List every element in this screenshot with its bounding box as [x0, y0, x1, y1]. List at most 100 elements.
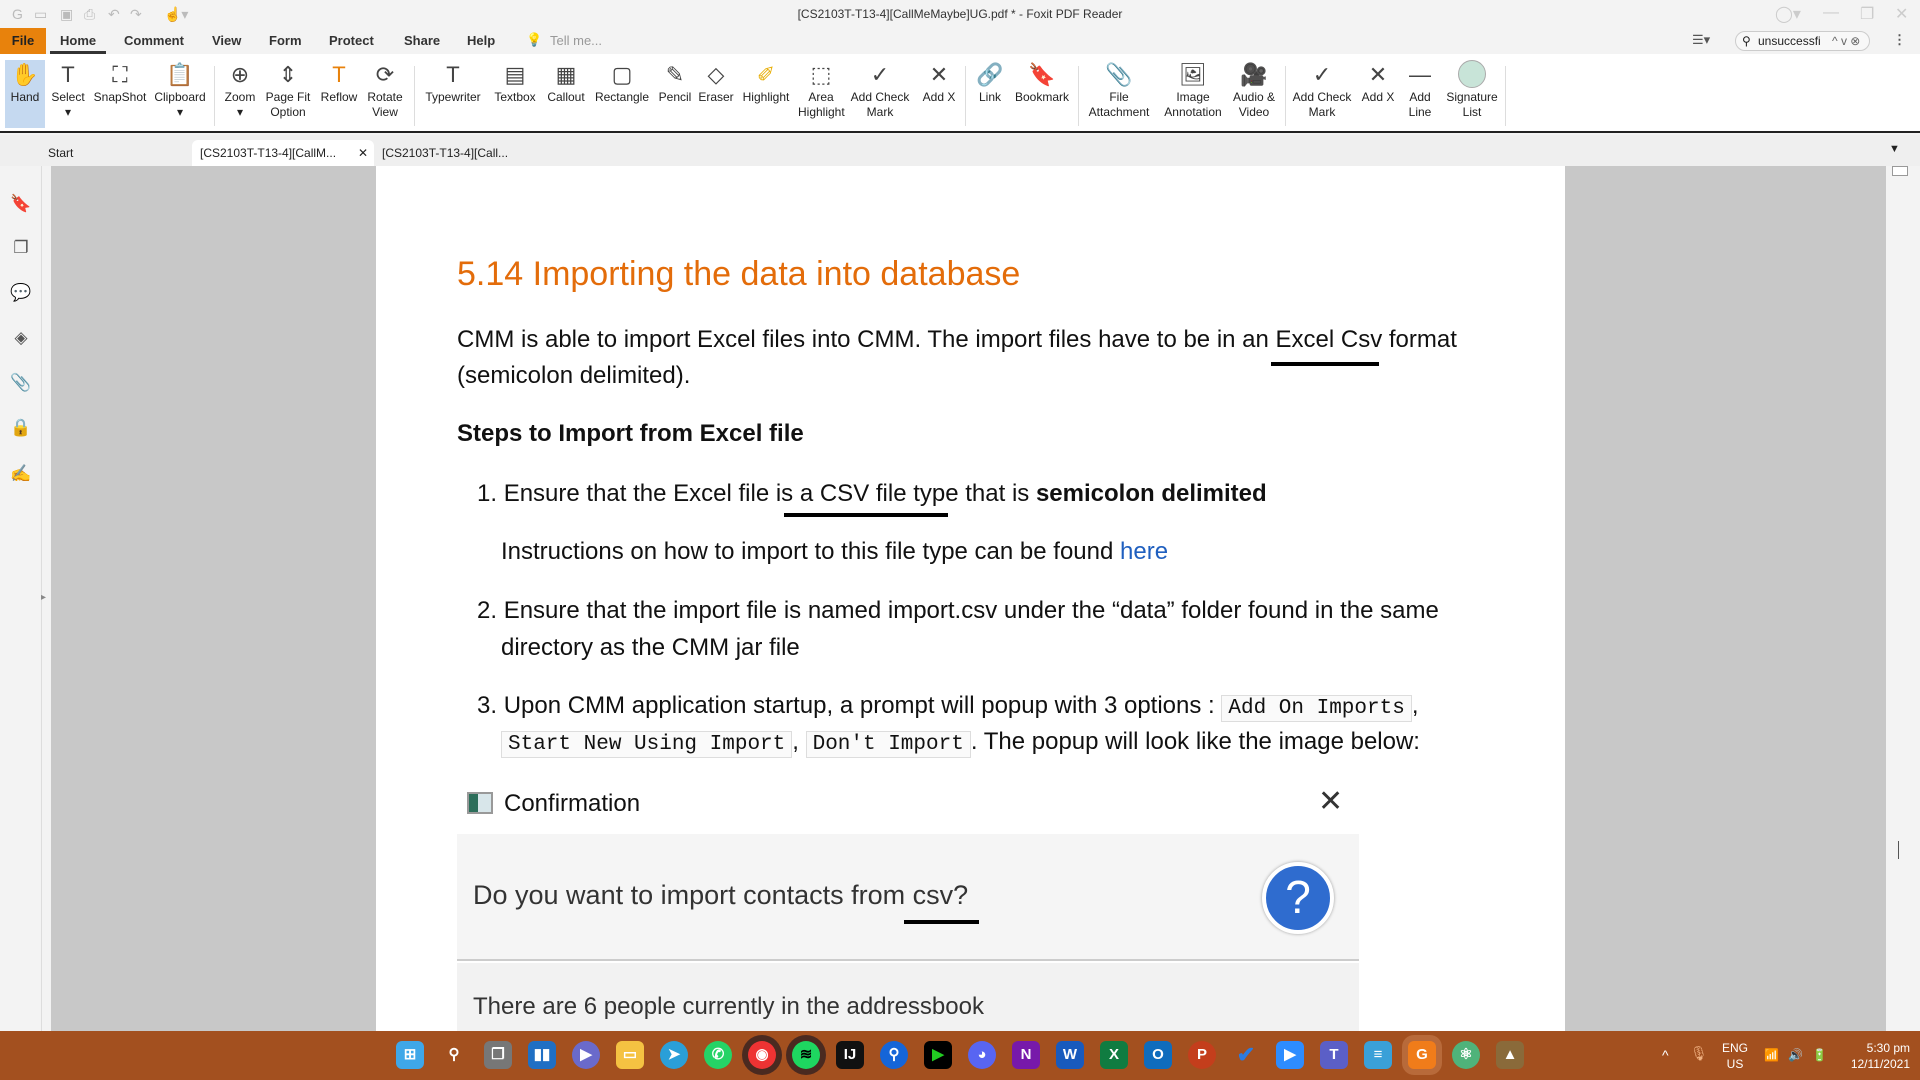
rotate-view-tool[interactable]: ⟳ Rotate View: [364, 60, 406, 128]
foxit-taskbar-icon[interactable]: G: [1408, 1041, 1436, 1069]
page-fit-tool[interactable]: ⇕ Page Fit Option: [264, 60, 312, 128]
tab-list-dropdown-icon[interactable]: ▼: [1889, 143, 1900, 155]
tab-start[interactable]: Start: [40, 140, 190, 166]
menu-help[interactable]: Help: [457, 28, 505, 54]
zoom-icon: ⊕: [230, 62, 250, 87]
comments-panel-icon[interactable]: 💬: [10, 283, 32, 305]
add-line-tool[interactable]: — Add Line: [1400, 60, 1440, 128]
signature-panel-icon[interactable]: ✍: [10, 464, 32, 486]
tell-me-input[interactable]: Tell me...: [550, 28, 602, 54]
search-taskbar-icon[interactable]: ⚲: [440, 1041, 468, 1069]
pages-panel-icon[interactable]: ❐: [10, 238, 32, 260]
intellij-icon[interactable]: IJ: [836, 1041, 864, 1069]
signature-circle-icon: [1444, 60, 1500, 90]
scroll-thumb[interactable]: [1892, 166, 1908, 176]
close-tab-icon[interactable]: ✕: [358, 140, 368, 166]
volume-icon[interactable]: 🔊: [1788, 1047, 1803, 1063]
link-tool[interactable]: 🔗 Link: [970, 60, 1010, 128]
area-highlight-tool[interactable]: ⬚ Area Highlight: [798, 60, 845, 128]
find-options-icon[interactable]: ☰▾: [1692, 32, 1710, 48]
start-icon[interactable]: ⊞: [396, 1041, 424, 1069]
discord-icon[interactable]: ◕: [968, 1041, 996, 1069]
minimize-button[interactable]: —: [1823, 4, 1839, 22]
image-annotation-tool[interactable]: 🖼 Image Annotation: [1158, 60, 1228, 128]
eraser-tool[interactable]: ◇ Eraser: [697, 60, 735, 128]
task-view-icon[interactable]: ❐: [484, 1041, 512, 1069]
highlight-tool[interactable]: ✐ Highlight: [739, 60, 793, 128]
search-prev-next-icon[interactable]: ^ v ⊗: [1832, 32, 1860, 50]
security-panel-icon[interactable]: 🔒: [10, 418, 32, 440]
zoom-tool[interactable]: ⊕ Zoom ▾: [220, 60, 260, 128]
addressbook-app-icon[interactable]: ▲: [1496, 1041, 1524, 1069]
file-explorer-icon[interactable]: ▭: [616, 1041, 644, 1069]
chat-icon[interactable]: ▶: [572, 1041, 600, 1069]
search-input[interactable]: ⚲ unsuccessfi ^ v ⊗: [1735, 31, 1870, 51]
maximize-button[interactable]: ❐: [1860, 4, 1874, 24]
reflow-tool[interactable]: T Reflow: [318, 60, 360, 128]
notepad-icon[interactable]: ≡: [1364, 1041, 1392, 1069]
vertical-scrollbar[interactable]: [1886, 166, 1920, 1031]
dialog-close-icon: ✕: [1318, 785, 1344, 818]
teams-icon[interactable]: T: [1320, 1041, 1348, 1069]
snapshot-tool[interactable]: ⛶ SnapShot: [92, 60, 148, 128]
whatsapp-icon[interactable]: ✆: [704, 1041, 732, 1069]
expand-panel-arrow-icon[interactable]: ▸: [41, 592, 46, 603]
show-hidden-icons[interactable]: ^: [1662, 1047, 1669, 1063]
wifi-icon[interactable]: 📶: [1764, 1047, 1779, 1063]
menu-form[interactable]: Form: [259, 28, 312, 54]
check-icon: ✓: [1312, 62, 1332, 87]
menu-file[interactable]: File: [0, 28, 46, 54]
select-tool[interactable]: T Select ▾: [48, 60, 88, 128]
telegram-icon[interactable]: ➤: [660, 1041, 688, 1069]
menu-share[interactable]: Share: [394, 28, 450, 54]
file-attachment-tool[interactable]: 📎 File Attachment: [1084, 60, 1154, 128]
question-icon: ?: [1262, 862, 1334, 934]
add-check-mark-tool-2[interactable]: ✓ Add Check Mark: [1290, 60, 1354, 128]
signature-list-tool[interactable]: Signature List: [1444, 60, 1500, 128]
clock[interactable]: 5:30 pm 12/11/2021: [1846, 1040, 1910, 1072]
spotify-icon[interactable]: ≋: [792, 1041, 820, 1069]
chrome-icon[interactable]: ◉: [748, 1041, 776, 1069]
hand-tool[interactable]: ✋ Hand: [5, 60, 45, 128]
textbox-tool[interactable]: ▤ Textbox: [490, 60, 540, 128]
callout-tool[interactable]: ▦ Callout: [544, 60, 588, 128]
rectangle-tool[interactable]: ▢ Rectangle: [592, 60, 652, 128]
excel-icon[interactable]: X: [1100, 1041, 1128, 1069]
menu-home[interactable]: Home: [50, 28, 107, 54]
outlook-icon[interactable]: O: [1144, 1041, 1172, 1069]
onenote-icon[interactable]: N: [1012, 1041, 1040, 1069]
add-x-tool[interactable]: ✕ Add X: [918, 60, 960, 128]
layers-panel-icon[interactable]: ◈: [10, 328, 32, 350]
atom-icon[interactable]: ⚛: [1452, 1041, 1480, 1069]
zoom-app-icon[interactable]: ▶: [1276, 1041, 1304, 1069]
language-indicator[interactable]: ENG US: [1722, 1040, 1748, 1072]
underline-mark: [784, 513, 948, 517]
battery-icon[interactable]: 🔋: [1812, 1047, 1827, 1063]
bookmark-icon: 🔖: [1028, 62, 1056, 87]
clipboard-tool[interactable]: 📋 Clipboard ▾: [153, 60, 207, 128]
menu-comment[interactable]: Comment: [114, 28, 194, 54]
pencil-tool[interactable]: ✎ Pencil: [656, 60, 694, 128]
here-link[interactable]: here: [1120, 538, 1168, 565]
add-check-mark-tool[interactable]: ✓ Add Check Mark: [848, 60, 912, 128]
maps-icon[interactable]: ⚲: [880, 1041, 908, 1069]
attachments-panel-icon[interactable]: 📎: [10, 373, 32, 395]
bookmark-tool[interactable]: 🔖 Bookmark: [1012, 60, 1072, 128]
powerpoint-icon[interactable]: P: [1188, 1041, 1216, 1069]
tab-ug-active[interactable]: [CS2103T-T13-4][CallM... ✕: [192, 140, 374, 166]
menu-view[interactable]: View: [202, 28, 251, 54]
menu-protect[interactable]: Protect: [319, 28, 384, 54]
more-icon[interactable]: ⋮: [1893, 32, 1906, 48]
audio-video-tool[interactable]: 🎥 Audio & Video: [1228, 60, 1280, 128]
tab-ug-2[interactable]: [CS2103T-T13-4][Call...: [374, 140, 524, 166]
todo-icon[interactable]: ✔: [1232, 1041, 1260, 1069]
terminal-app-icon[interactable]: ▶: [924, 1041, 952, 1069]
bookmark-panel-icon[interactable]: 🔖: [10, 194, 32, 216]
close-button[interactable]: ✕: [1895, 4, 1908, 24]
account-icon[interactable]: ◯▾: [1775, 4, 1801, 24]
microphone-icon[interactable]: 🎙: [1690, 1045, 1708, 1061]
typewriter-tool[interactable]: T Typewriter: [420, 60, 486, 128]
widgets-icon[interactable]: ▮▮: [528, 1041, 556, 1069]
add-x-tool-2[interactable]: ✕ Add X: [1358, 60, 1398, 128]
word-icon[interactable]: W: [1056, 1041, 1084, 1069]
